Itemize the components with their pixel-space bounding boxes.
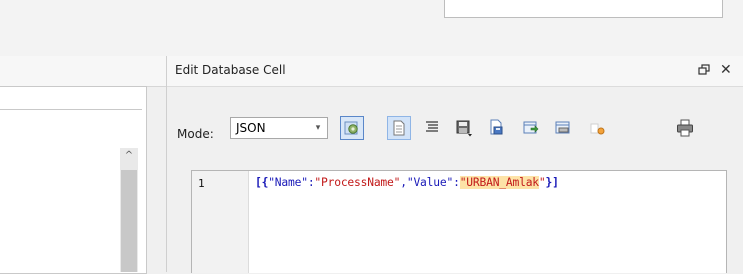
apply-icon <box>344 121 358 135</box>
scrollbar-thumb[interactable] <box>121 170 137 272</box>
float-window-icon[interactable] <box>698 64 710 76</box>
import-icon <box>523 121 539 134</box>
json-editor[interactable]: 1 [{"Name":"ProcessName","Value":"URBAN_… <box>191 170 727 273</box>
json-value-highlighted: URBAN_Amlak <box>466 176 539 189</box>
text-mode-icon <box>393 120 405 136</box>
json-key-name: "Name" <box>268 176 308 189</box>
json-quote-close: " <box>538 176 546 189</box>
export-button[interactable] <box>485 116 509 140</box>
vertical-scrollbar[interactable]: ^ <box>120 148 138 272</box>
import-button[interactable] <box>520 116 544 140</box>
print-icon <box>677 119 693 137</box>
line-number: 1 <box>198 177 205 190</box>
left-pane: ^ <box>0 56 166 274</box>
image-icon <box>590 123 605 135</box>
left-pane-header <box>0 56 166 87</box>
auto-format-button[interactable] <box>421 116 445 140</box>
mode-value: JSON <box>236 121 266 135</box>
left-divider <box>0 109 142 110</box>
json-close-bracket: }] <box>545 176 559 189</box>
auto-format-icon <box>426 121 438 132</box>
save-button[interactable] <box>452 116 476 140</box>
apply-button[interactable] <box>340 116 364 140</box>
export-icon <box>490 119 503 135</box>
edit-database-cell-panel: Edit Database Cell ✕ Mode: JSON ▾ 1 [{"N… <box>166 56 743 273</box>
save-icon <box>456 120 472 137</box>
mode-label: Mode: <box>177 127 214 141</box>
line-number-gutter: 1 <box>192 171 249 273</box>
json-comma: , <box>400 176 407 189</box>
json-value-processname: "ProcessName" <box>314 176 401 189</box>
top-strip <box>0 0 743 57</box>
json-colon: : <box>453 176 460 189</box>
json-key-value: "Value" <box>406 176 454 189</box>
print-button[interactable] <box>673 116 697 140</box>
mode-dropdown[interactable]: JSON ▾ <box>230 117 328 139</box>
code-line[interactable]: [{"Name":"ProcessName","Value":"URBAN_Am… <box>255 176 559 189</box>
panel-title: Edit Database Cell <box>175 63 286 77</box>
text-mode-button[interactable] <box>387 116 411 140</box>
json-open-bracket: [{ <box>255 176 269 189</box>
scroll-up-icon[interactable]: ^ <box>120 148 138 164</box>
panel-titlebar: Edit Database Cell ✕ <box>167 56 743 87</box>
image-button[interactable] <box>586 116 610 140</box>
set-null-button[interactable] <box>552 116 576 140</box>
set-null-icon <box>555 121 570 134</box>
top-input-field[interactable] <box>444 0 723 18</box>
chevron-down-icon: ▾ <box>315 123 321 133</box>
close-icon[interactable]: ✕ <box>720 61 732 79</box>
